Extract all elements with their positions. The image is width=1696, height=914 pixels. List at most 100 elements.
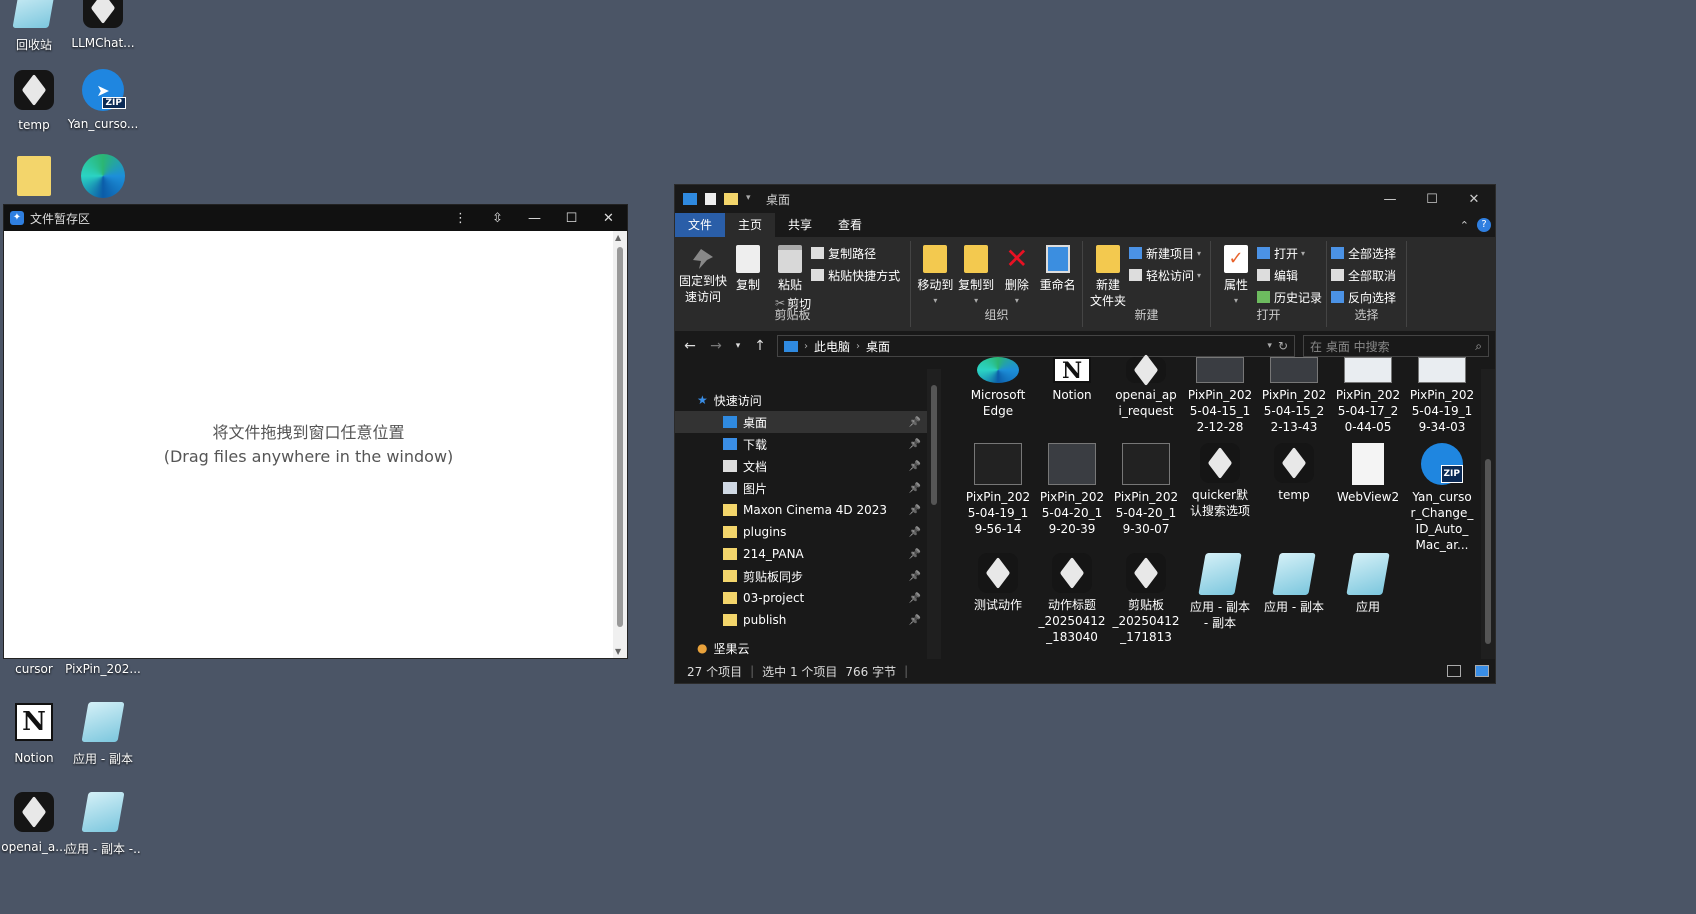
- tab-view[interactable]: 查看: [825, 213, 875, 237]
- drop-scrollbar[interactable]: ▲ ▼: [613, 231, 627, 658]
- desktop-icon[interactable]: 回收站: [0, 0, 72, 53]
- nav-item-4[interactable]: Maxon Cinema 4D 2023 📌: [675, 499, 941, 521]
- copy-path-button[interactable]: 复制路径: [811, 243, 900, 263]
- file-item[interactable]: 应用 - 副本 - 副本: [1183, 551, 1257, 661]
- refresh-icon[interactable]: ↻: [1278, 339, 1288, 353]
- desktop-icon[interactable]: N Notion: [0, 700, 72, 765]
- invert-selection-button[interactable]: 反向选择: [1331, 287, 1396, 307]
- desktop-icon[interactable]: [65, 154, 141, 202]
- help-icon[interactable]: ?: [1477, 218, 1491, 232]
- scroll-up-icon[interactable]: ▲: [615, 233, 621, 242]
- file-item[interactable]: 测试动作: [961, 551, 1035, 661]
- pin-icon[interactable]: 📌: [909, 483, 921, 494]
- file-item[interactable]: N Notion: [1035, 355, 1109, 441]
- more-button[interactable]: ⋮: [442, 211, 479, 226]
- drop-zone[interactable]: 将文件拖拽到窗口任意位置 (Drag files anywhere in the…: [4, 231, 613, 658]
- file-item[interactable]: PixPin_202 5-04-15_2 2-13-43: [1257, 355, 1331, 441]
- minimize-button[interactable]: —: [516, 211, 553, 226]
- scroll-thumb[interactable]: [1485, 459, 1491, 644]
- paste-button[interactable]: 粘贴: [769, 241, 811, 293]
- pin-icon[interactable]: 📌: [909, 461, 921, 472]
- desktop-icon[interactable]: [0, 154, 72, 204]
- recent-locations-icon[interactable]: ▾: [733, 341, 743, 351]
- file-item[interactable]: PixPin_202 5-04-20_1 9-20-39: [1035, 441, 1109, 551]
- file-item[interactable]: quicker默 认搜索选项: [1183, 441, 1257, 551]
- file-item[interactable]: 动作标题 _20250412 _183040: [1035, 551, 1109, 661]
- pin-icon[interactable]: 📌: [909, 527, 921, 538]
- desktop-icon[interactable]: temp: [0, 68, 72, 132]
- file-item[interactable]: 应用 - 副本: [1257, 551, 1331, 661]
- history-button[interactable]: 历史记录: [1256, 287, 1322, 307]
- edit-button[interactable]: 编辑: [1256, 265, 1322, 285]
- pin-button[interactable]: ⇳: [479, 211, 516, 226]
- nav-jianguoyun[interactable]: ● 坚果云: [675, 637, 941, 659]
- file-item[interactable]: PixPin_202 5-04-19_1 9-56-14: [961, 441, 1035, 551]
- file-item[interactable]: PixPin_202 5-04-15_1 2-12-28: [1183, 355, 1257, 441]
- open-button[interactable]: 打开 ▾: [1256, 243, 1322, 263]
- nav-item-9[interactable]: publish 📌: [675, 609, 941, 631]
- desktop-icon[interactable]: openai_a...: [0, 790, 72, 854]
- paste-shortcut-button[interactable]: 粘贴快捷方式: [811, 265, 900, 285]
- chevron-down-icon[interactable]: ▾: [1267, 341, 1272, 351]
- pin-icon[interactable]: 📌: [909, 615, 921, 626]
- breadcrumb-this-pc[interactable]: 此电脑: [814, 338, 850, 355]
- new-item-button[interactable]: 新建项目 ▾: [1129, 243, 1201, 263]
- back-arrow-icon[interactable]: ←: [681, 338, 699, 354]
- close-button[interactable]: ✕: [1453, 192, 1495, 207]
- tab-home[interactable]: 主页: [725, 213, 776, 237]
- file-item[interactable]: PixPin_202 5-04-20_1 9-30-07: [1109, 441, 1183, 551]
- file-item[interactable]: Microsoft Edge: [961, 355, 1035, 441]
- nav-item-3[interactable]: 图片 📌: [675, 477, 941, 499]
- details-view-icon[interactable]: [1447, 665, 1461, 677]
- search-input[interactable]: 在 桌面 中搜索 ⌕: [1303, 335, 1489, 357]
- drop-window-titlebar[interactable]: ✦ 文件暂存区 ⋮ ⇳ — ☐ ✕: [4, 205, 627, 231]
- file-item[interactable]: openai_ap i_request: [1109, 353, 1183, 441]
- pin-icon[interactable]: 📌: [909, 571, 921, 582]
- desktop-icon[interactable]: 应用 - 副本 -...: [65, 790, 141, 857]
- nav-item-5[interactable]: plugins 📌: [675, 521, 941, 543]
- scroll-down-icon[interactable]: ▼: [615, 647, 621, 656]
- file-item[interactable]: temp: [1257, 441, 1331, 551]
- desktop-icon[interactable]: ➤ ZIP Yan_curso...: [65, 68, 141, 131]
- nav-item-0[interactable]: 桌面 📌: [675, 411, 941, 433]
- explorer-titlebar[interactable]: ▾ 桌面 — ☐ ✕: [675, 185, 1495, 213]
- nav-item-1[interactable]: 下载 📌: [675, 433, 941, 455]
- file-item[interactable]: PixPin_202 5-04-19_1 9-34-03: [1405, 355, 1479, 441]
- pin-icon[interactable]: 📌: [909, 593, 921, 604]
- scroll-thumb[interactable]: [931, 385, 937, 505]
- large-icons-view-icon[interactable]: [1475, 665, 1489, 677]
- nav-item-2[interactable]: 文档 📌: [675, 455, 941, 477]
- address-bar[interactable]: › 此电脑 › 桌面 ▾ ↻: [777, 335, 1295, 357]
- forward-arrow-icon[interactable]: →: [707, 338, 725, 354]
- maximize-button[interactable]: ☐: [1411, 192, 1453, 207]
- file-item[interactable]: 剪贴板 _20250412 _171813: [1109, 551, 1183, 661]
- nav-quick-access[interactable]: ★ 快速访问: [675, 389, 941, 411]
- minimize-button[interactable]: —: [1369, 192, 1411, 207]
- close-button[interactable]: ✕: [590, 211, 627, 226]
- easy-access-button[interactable]: 轻松访问 ▾: [1129, 265, 1201, 285]
- file-item[interactable]: WebView2: [1331, 441, 1405, 551]
- desktop-icon[interactable]: LLMChat...: [65, 0, 141, 50]
- tab-share[interactable]: 共享: [775, 213, 825, 237]
- chevron-down-icon[interactable]: ▾: [746, 193, 756, 205]
- properties-quick-icon[interactable]: [705, 193, 716, 205]
- files-scrollbar[interactable]: [1481, 369, 1495, 659]
- scroll-thumb[interactable]: [617, 247, 623, 627]
- new-folder-quick-icon[interactable]: [724, 193, 738, 205]
- pin-icon[interactable]: 📌: [909, 439, 921, 450]
- pin-icon[interactable]: 📌: [909, 549, 921, 560]
- maximize-button[interactable]: ☐: [553, 211, 590, 226]
- tab-file[interactable]: 文件: [675, 213, 726, 237]
- nav-item-8[interactable]: 03-project 📌: [675, 587, 941, 609]
- pin-icon[interactable]: 📌: [909, 417, 921, 428]
- file-item[interactable]: 应用: [1331, 551, 1405, 661]
- collapse-ribbon-icon[interactable]: ⌃: [1460, 219, 1469, 232]
- nav-scrollbar[interactable]: [927, 369, 941, 659]
- breadcrumb-desktop[interactable]: 桌面: [866, 338, 890, 355]
- pin-icon[interactable]: 📌: [909, 505, 921, 516]
- nav-item-6[interactable]: 214_PANA 📌: [675, 543, 941, 565]
- select-all-button[interactable]: 全部选择: [1331, 243, 1396, 263]
- file-item[interactable]: PixPin_202 5-04-17_2 0-44-05: [1331, 355, 1405, 441]
- nav-item-7[interactable]: 剪贴板同步 📌: [675, 565, 941, 587]
- desktop-icon[interactable]: 应用 - 副本: [65, 700, 141, 767]
